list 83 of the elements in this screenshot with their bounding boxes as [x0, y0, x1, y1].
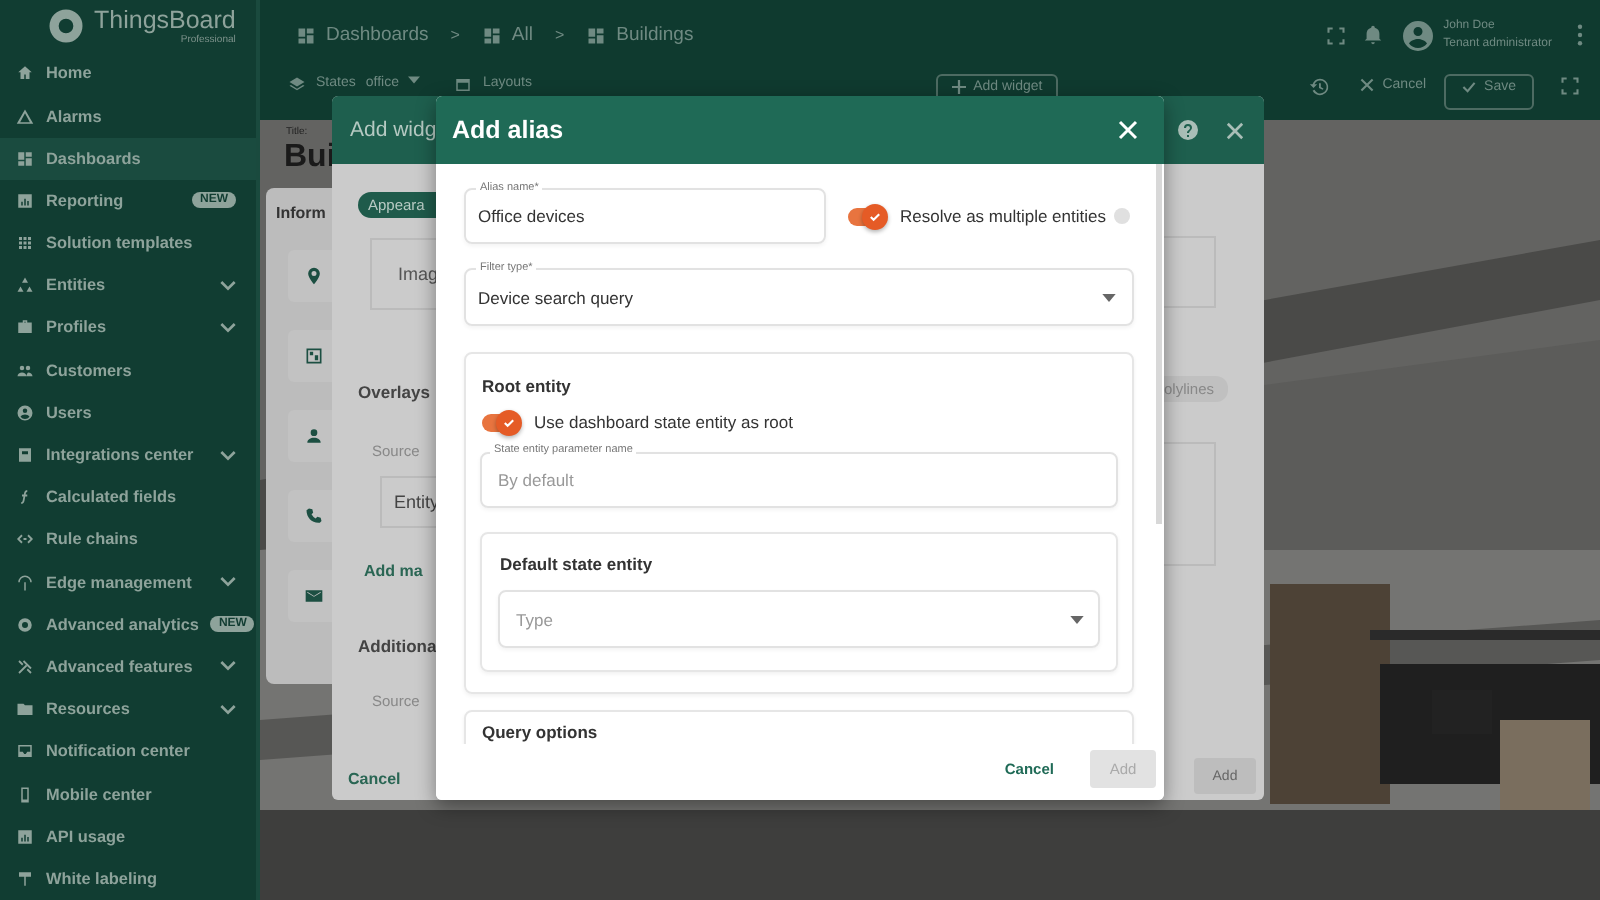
- check-icon: [1462, 80, 1477, 94]
- breadcrumb[interactable]: Buildings: [586, 24, 694, 46]
- shapes-icon: [16, 276, 34, 295]
- sidebar-item[interactable]: API usage: [0, 815, 256, 858]
- sidebar-item[interactable]: Rule chains: [0, 518, 256, 561]
- type-select[interactable]: Type: [498, 590, 1100, 648]
- check-icon: [868, 209, 882, 223]
- person-icon: [16, 403, 34, 422]
- close-icon[interactable]: [1226, 121, 1244, 139]
- layers-icon: [288, 76, 306, 94]
- sidebar-item[interactable]: Alarms: [0, 94, 256, 138]
- parameter-name-field[interactable]: By default: [480, 452, 1118, 508]
- pin-icon: [304, 266, 324, 286]
- phone-icon: [16, 785, 34, 804]
- chart-icon: [16, 827, 34, 846]
- person-icon: [304, 426, 324, 446]
- briefcase-icon: [16, 318, 34, 337]
- card-title: Inform: [276, 204, 326, 222]
- section-title: Query options: [482, 722, 600, 742]
- overlays-heading: Overlays: [358, 382, 432, 402]
- history-icon[interactable]: [1308, 76, 1331, 98]
- caret-icon: [1102, 293, 1116, 301]
- mail-icon: [304, 586, 324, 606]
- roller-icon: [16, 869, 34, 888]
- sidebar-item[interactable]: Dashboards: [0, 137, 256, 180]
- tray-icon: [16, 742, 34, 761]
- toggle-switch[interactable]: [482, 413, 518, 431]
- sidebar-item[interactable]: Solution templates: [0, 222, 256, 265]
- sidebar-item[interactable]: Resources: [0, 688, 256, 731]
- close-icon: [1360, 78, 1375, 92]
- toggle-label: Resolve as multiple entities: [900, 206, 1106, 226]
- chart-icon: [16, 191, 34, 210]
- sidebar-item[interactable]: Users: [0, 391, 256, 434]
- warning-icon: [16, 107, 34, 126]
- sidebar-item[interactable]: Integrations center: [0, 433, 256, 477]
- tools-icon: [16, 657, 34, 676]
- sidebar-item[interactable]: Customers: [0, 349, 256, 392]
- dialog-title: Add alias: [452, 116, 564, 144]
- sidebar-item[interactable]: White labeling: [0, 857, 256, 900]
- fullscreen-icon[interactable]: [1560, 76, 1580, 96]
- house-icon: [16, 64, 34, 83]
- breadcrumb-separator: >: [450, 26, 460, 44]
- sidebar-item[interactable]: Advanced features: [0, 645, 256, 689]
- toggle-label: Use dashboard state entity as root: [534, 412, 793, 432]
- sidebar-item[interactable]: Edge management: [0, 561, 256, 604]
- toggle-switch[interactable]: [848, 207, 884, 225]
- map-icon: [304, 346, 324, 366]
- sidebar-item[interactable]: Calculated fields: [0, 476, 256, 519]
- additional-heading: Additiona: [358, 636, 439, 656]
- grid-icon: [296, 25, 316, 45]
- tower-icon: [16, 573, 34, 592]
- breadcrumb[interactable]: All: [481, 24, 533, 46]
- breadcrumb-separator: >: [554, 26, 565, 44]
- dots-icon: [16, 234, 34, 253]
- help-icon[interactable]: [1176, 118, 1200, 142]
- breadcrumb[interactable]: Dashboards: [296, 24, 429, 46]
- dialog-title: Add widg: [350, 118, 437, 142]
- folder-icon: [16, 700, 34, 719]
- grid-icon: [16, 149, 34, 168]
- dashboard-title: Bui: [284, 138, 336, 176]
- sidebar-item[interactable]: Profiles: [0, 306, 256, 350]
- check-icon: [502, 415, 516, 429]
- layouts-icon: [454, 76, 473, 94]
- sidebar-item[interactable]: Mobile center: [0, 772, 256, 816]
- box-icon: [16, 446, 34, 465]
- plus-icon: [951, 80, 966, 94]
- grid-icon: [481, 25, 502, 45]
- ring-icon: [16, 615, 34, 634]
- section-title: Root entity: [482, 376, 573, 396]
- bell-icon[interactable]: [1361, 24, 1384, 46]
- people-icon: [16, 361, 34, 380]
- avatar-icon[interactable]: [1399, 17, 1436, 53]
- logo-name: ThingsBoard: [94, 7, 236, 34]
- code-icon: [16, 530, 34, 549]
- sidebar-item[interactable]: Notification center: [0, 730, 256, 773]
- sidebar-item[interactable]: Home: [0, 52, 256, 95]
- fullscreen-icon[interactable]: [1325, 25, 1346, 45]
- more-icon[interactable]: [1576, 24, 1584, 46]
- grid-icon: [586, 25, 607, 45]
- caret-icon: [408, 76, 421, 84]
- sidebar-item[interactable]: Entities: [0, 264, 256, 307]
- section-title: Default state entity: [500, 554, 655, 574]
- phone-icon: [304, 506, 324, 526]
